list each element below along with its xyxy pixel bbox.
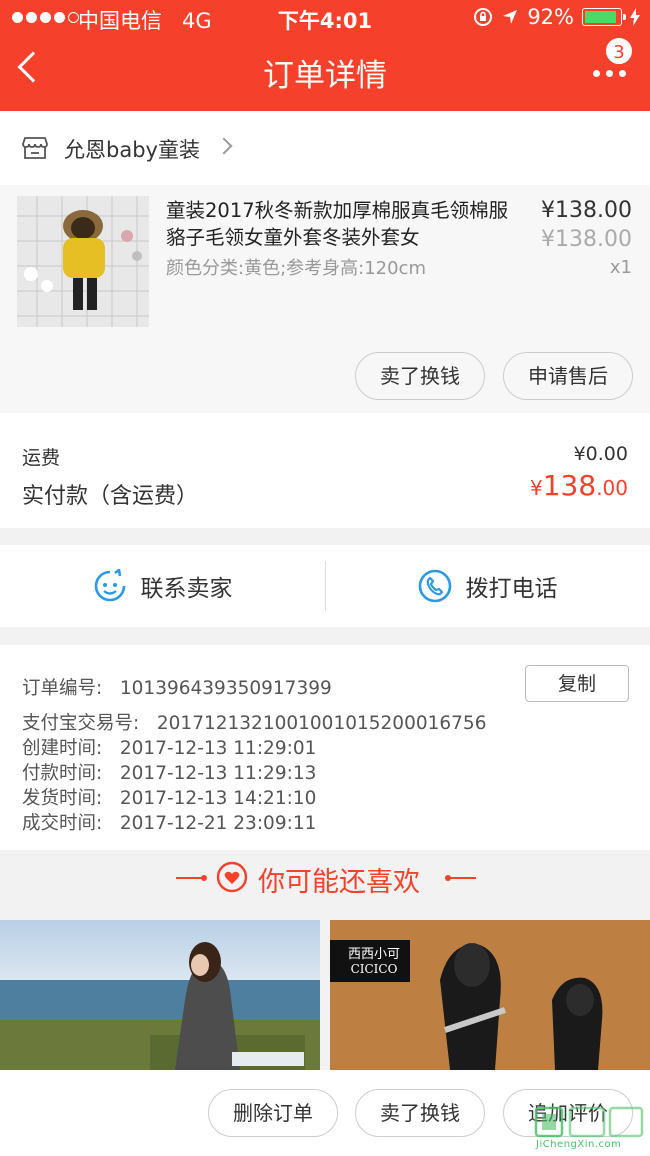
top-bar: 中国电信 4G 下午4:01 92% 订单详情 3	[0, 0, 650, 111]
product-title[interactable]: 童装2017秋冬新款加厚棉服真毛领棉服貉子毛领女童外套冬装外套女	[166, 197, 516, 251]
battery-level	[585, 11, 617, 23]
location-arrow-icon	[503, 10, 518, 24]
resell-bottom-button[interactable]: 卖了换钱	[355, 1089, 485, 1137]
order-number: 101396439350917399	[119, 678, 332, 699]
rotation-lock-icon	[474, 8, 493, 26]
contact-section: 联系卖家 拨打电话	[0, 545, 650, 627]
created-time-row: 创建时间: 2017-12-13 11:29:01	[22, 738, 317, 759]
decor-line-left	[176, 875, 207, 881]
shipping-label: 运费	[22, 447, 61, 469]
chevron-right-icon	[215, 137, 233, 155]
shop-row[interactable]: 允恩baby童装	[0, 111, 650, 185]
order-detail-screen: 中国电信 4G 下午4:01 92% 订单详情 3 允恩baby童装 童装201…	[0, 0, 650, 1156]
product-quantity: x1	[609, 257, 632, 278]
paid-amount: ¥138.00	[530, 469, 628, 502]
watermark-text: JiChengXin.com	[536, 1139, 622, 1150]
status-bar: 中国电信 4G 下午4:01 92%	[0, 0, 650, 36]
product-price: ¥138.00	[541, 198, 632, 223]
alipay-number-row: 支付宝交易号: 2017121321001001015200016756	[22, 713, 487, 734]
shipped-time-row: 发货时间: 2017-12-13 14:21:10	[22, 788, 317, 809]
brand-logo-en: CICICO	[350, 962, 398, 976]
paid-label: 实付款（含运费）	[22, 484, 199, 509]
battery-icon	[582, 8, 626, 26]
brand-logo-cn: 西西小可	[347, 947, 400, 962]
phone-icon	[418, 569, 451, 603]
contact-seller-label: 联系卖家	[140, 576, 233, 602]
product-original-price: ¥138.00	[541, 227, 632, 252]
product-sku: 颜色分类:黄色;参考身高:120cm	[166, 258, 426, 279]
copy-order-number-button[interactable]: 复制	[525, 665, 629, 702]
product-item: 童装2017秋冬新款加厚棉服真毛领棉服貉子毛领女童外套冬装外套女 颜色分类:黄色…	[0, 185, 650, 413]
more-menu-button[interactable]	[593, 70, 626, 77]
heart-icon	[216, 861, 248, 893]
recommend-item-2[interactable]: 西西小可 CICICO	[330, 920, 650, 1070]
decor-line-right	[445, 875, 476, 881]
shipping-value: ¥0.00	[573, 443, 628, 465]
page-title: 订单详情	[263, 58, 387, 94]
after-sale-button[interactable]: 申请售后	[503, 352, 633, 400]
call-phone-button[interactable]: 拨打电话	[325, 545, 650, 627]
shop-icon	[22, 137, 48, 159]
recommend-image-1	[0, 920, 320, 1070]
product-image	[17, 196, 149, 327]
site-watermark: JiChengXin.com	[530, 1104, 648, 1154]
message-count-badge: 3	[604, 36, 634, 66]
shop-name: 允恩baby童装	[64, 138, 200, 162]
alipay-number: 2017121321001001015200016756	[156, 713, 487, 734]
contact-seller-button[interactable]: 联系卖家	[0, 545, 325, 627]
recommend-title: 你可能还喜欢	[258, 867, 420, 898]
delete-order-button[interactable]: 删除订单	[208, 1089, 338, 1137]
product-thumbnail[interactable]	[17, 196, 149, 327]
paid-time-row: 付款时间: 2017-12-13 11:29:13	[22, 763, 317, 784]
charging-icon	[630, 8, 640, 26]
recommend-item-1[interactable]	[0, 920, 320, 1070]
chat-smiley-icon	[94, 569, 125, 602]
battery-percent: 92%	[527, 5, 574, 29]
call-phone-label: 拨打电话	[465, 576, 558, 602]
fees-section: 运费 ¥0.00 实付款（含运费） ¥138.00	[0, 413, 650, 528]
closed-time-row: 成交时间: 2017-12-21 23:09:11	[22, 813, 317, 834]
recommend-header: 你可能还喜欢	[0, 850, 650, 920]
order-number-row: 订单编号: 101396439350917399	[22, 678, 332, 699]
order-info-section: 订单编号: 101396439350917399 复制 支付宝交易号: 2017…	[0, 645, 650, 850]
resell-button[interactable]: 卖了换钱	[355, 352, 485, 400]
